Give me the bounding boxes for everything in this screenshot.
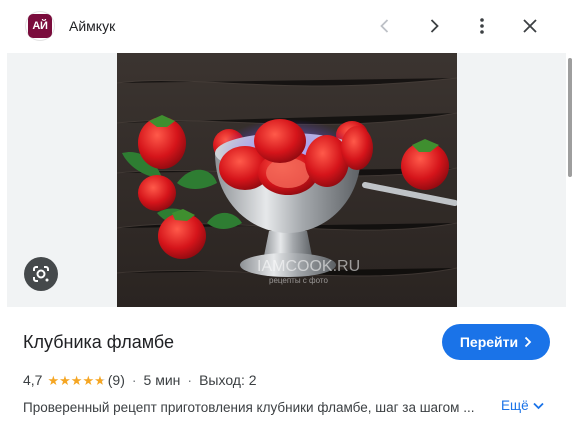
star-icon: ★ — [70, 372, 83, 388]
scrollbar-thumb[interactable] — [568, 58, 572, 177]
result-meta: 4,7 ★ ★ ★ ★ ★ (9) · 5 мин · Выход: 2 — [23, 371, 257, 389]
previous-icon — [380, 19, 389, 33]
rating-stars: ★ ★ ★ ★ ★ — [47, 374, 105, 387]
chevron-right-icon — [524, 336, 532, 348]
result-description: Проверенный рецепт приготовления клубник… — [23, 400, 475, 415]
separator-dot: · — [131, 372, 137, 388]
preview-header: АЙ Аймкук — [0, 0, 573, 53]
star-icon: ★ — [59, 372, 71, 388]
lens-icon — [33, 266, 49, 282]
site-name[interactable]: Аймкук — [69, 18, 115, 34]
image-preview-panel: АЙ Аймкук IAMCOOK.RU рецепты с фото Клуб… — [0, 0, 573, 424]
result-title[interactable]: Клубника фламбе — [23, 332, 174, 353]
close-button[interactable] — [515, 11, 545, 41]
previous-button[interactable] — [370, 11, 400, 41]
visit-button-label: Перейти — [459, 334, 519, 350]
preview-image[interactable]: IAMCOOK.RU рецепты с фото — [117, 53, 457, 307]
visit-button[interactable]: Перейти — [442, 324, 550, 360]
site-logo-mark: АЙ — [28, 14, 52, 38]
star-half-icon: ★ — [94, 372, 106, 388]
more-button[interactable]: Ещё — [501, 398, 544, 413]
chevron-down-icon — [532, 402, 544, 409]
more-vert-icon — [480, 18, 484, 34]
yield-info: Выход: 2 — [199, 372, 257, 388]
site-logo[interactable]: АЙ — [26, 12, 54, 40]
star-icon: ★ — [47, 372, 60, 388]
next-button[interactable] — [419, 11, 449, 41]
watermark-subtext: рецепты с фото — [269, 276, 328, 285]
lens-search-button[interactable] — [24, 257, 58, 291]
rating-value: 4,7 — [23, 372, 43, 388]
separator-dot: · — [187, 372, 193, 388]
more-options-button[interactable] — [467, 11, 497, 41]
more-button-label: Ещё — [501, 398, 529, 413]
cook-time: 5 мин — [143, 372, 181, 388]
watermark-text: IAMCOOK.RU — [257, 258, 360, 275]
star-icon: ★ — [82, 372, 95, 388]
review-count: (9) — [107, 372, 125, 388]
image-area: IAMCOOK.RU рецепты с фото — [7, 53, 566, 307]
strawberry-flambe-photo: IAMCOOK.RU рецепты с фото — [117, 53, 457, 307]
next-icon — [430, 19, 439, 33]
close-icon — [523, 19, 537, 33]
